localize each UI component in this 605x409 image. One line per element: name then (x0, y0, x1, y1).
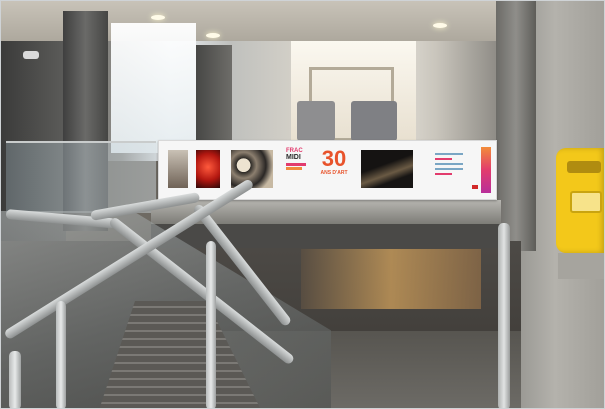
ledge-underside (151, 224, 501, 248)
frac-logo: FRAC MIDI (286, 148, 308, 170)
handrail-post (206, 241, 216, 408)
lower-level-light (301, 249, 481, 309)
ticket-machine (297, 101, 335, 141)
banner-artwork-photo (168, 150, 188, 188)
handrail-post (56, 301, 66, 408)
ticket-machine (351, 101, 397, 141)
ceiling-light (206, 33, 220, 38)
handrail-post (9, 351, 21, 408)
frac-bar (286, 163, 306, 166)
banner-artwork-photo (361, 150, 413, 188)
pillar-center (196, 45, 232, 145)
frac-bar (286, 167, 302, 170)
pillar-right (496, 1, 536, 251)
banner-artwork-photo (196, 150, 220, 188)
handrail-post (498, 223, 510, 408)
validator-slot (567, 161, 601, 173)
anniversary-number: 30 (321, 146, 347, 171)
ceiling-light (151, 15, 165, 20)
metro-station-scene: FRAC MIDI 30 ANS D'ART (0, 0, 605, 409)
frac-region: MIDI (286, 154, 301, 161)
validator-window (570, 191, 602, 213)
anniversary-block: 30 ANS D'ART (312, 146, 356, 177)
bright-window (111, 23, 196, 153)
ceiling-light (433, 23, 447, 28)
advertising-banner: FRAC MIDI 30 ANS D'ART (158, 140, 497, 200)
banner-info-text (435, 153, 463, 178)
glass-balustrade (6, 141, 156, 213)
security-camera-icon (23, 51, 39, 59)
vertical-logo (481, 147, 491, 193)
anniversary-subtitle: ANS D'ART (320, 170, 348, 176)
validator-base (558, 253, 604, 279)
sponsor-logo (472, 185, 478, 189)
